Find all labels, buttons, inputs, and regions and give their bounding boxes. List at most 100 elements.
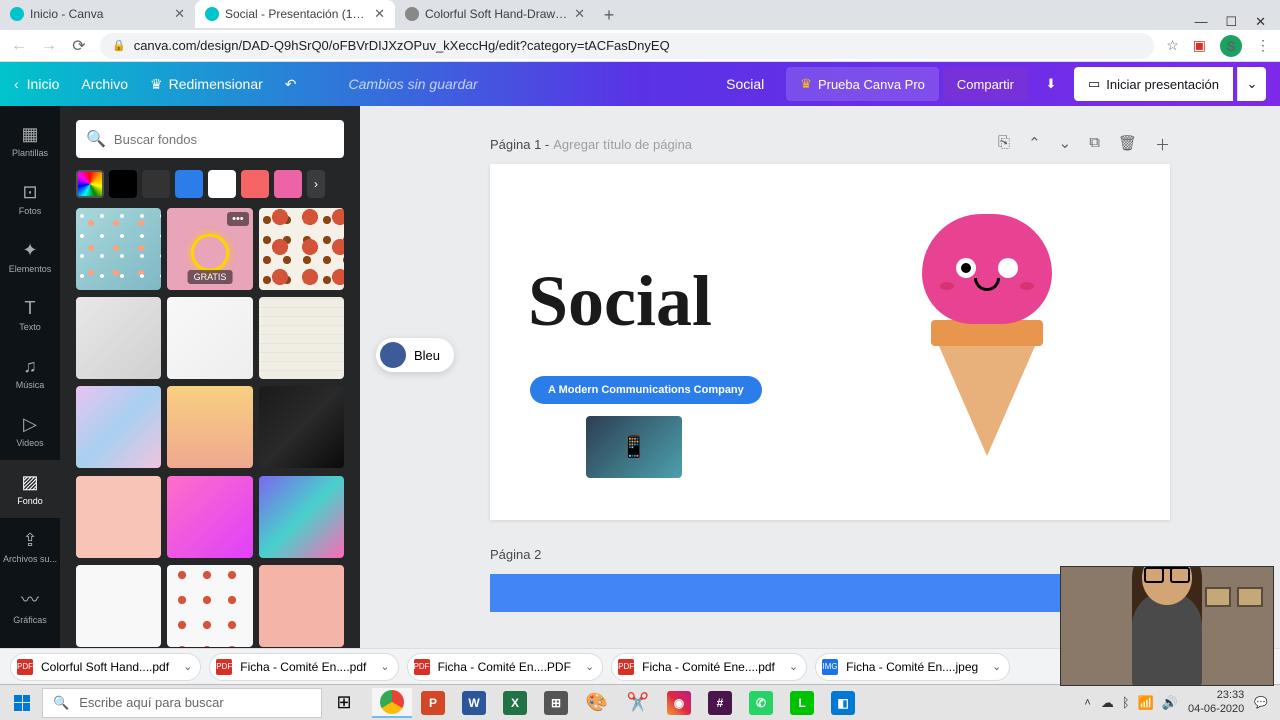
document-title[interactable]: Social (726, 76, 764, 92)
search-field[interactable] (114, 132, 334, 147)
bg-thumb[interactable] (76, 208, 161, 290)
sidebar-item-videos[interactable]: ▷Videos (0, 402, 60, 460)
close-window-icon[interactable]: ✕ (1255, 14, 1266, 30)
back-button[interactable]: ← (10, 37, 28, 55)
maximize-icon[interactable]: ☐ (1225, 14, 1237, 30)
browser-tab-0[interactable]: Inicio - Canva ✕ (0, 0, 195, 28)
swatch-red[interactable] (241, 170, 269, 198)
chevron-down-icon[interactable]: ⌄ (585, 660, 594, 673)
download-item[interactable]: IMGFicha - Comité En....jpeg⌄ (815, 653, 1010, 681)
sidebar-item-archivos[interactable]: ⇪Archivos su... (0, 518, 60, 576)
swatch-white[interactable] (208, 170, 236, 198)
word-icon[interactable]: W (454, 688, 494, 718)
bg-thumb[interactable] (167, 476, 252, 558)
download-item[interactable]: PDFFicha - Comité En....pdf⌄ (209, 653, 398, 681)
slack-icon[interactable]: # (700, 688, 740, 718)
bg-thumb[interactable] (76, 297, 161, 379)
download-button[interactable]: ⬇ (1032, 67, 1070, 101)
new-tab-button[interactable]: + (595, 0, 623, 30)
close-icon[interactable]: ✕ (174, 6, 185, 22)
move-down-icon[interactable]: ⌄ (1059, 134, 1072, 155)
reload-button[interactable]: ⟳ (70, 36, 88, 56)
bg-thumb[interactable] (259, 297, 344, 379)
tray-expand-icon[interactable]: ˄ (1084, 697, 1090, 709)
whatsapp-icon[interactable]: ✆ (741, 688, 781, 718)
undo-icon[interactable]: ↶ (285, 76, 297, 93)
sidebar-item-texto[interactable]: TTexto (0, 286, 60, 344)
present-button[interactable]: ▭ Iniciar presentación (1074, 67, 1233, 101)
app-icon[interactable]: ◧ (823, 688, 863, 718)
download-item[interactable]: PDFFicha - Comité En....PDF⌄ (407, 653, 604, 681)
bg-thumb[interactable] (76, 476, 161, 558)
menu-icon[interactable]: ⋮ (1256, 37, 1270, 54)
color-picker-swatch[interactable] (76, 170, 104, 198)
page-title-hint[interactable]: Agregar título de página (553, 137, 692, 152)
sidebar-item-musica[interactable]: ♫Música (0, 344, 60, 402)
file-menu[interactable]: Archivo (81, 76, 128, 92)
bg-thumb[interactable] (76, 565, 161, 647)
url-field[interactable]: 🔒 canva.com/design/DAD-Q9hSrQ0/oFBVrDIJX… (100, 33, 1154, 59)
notifications-icon[interactable]: 💬 (1254, 696, 1268, 709)
wifi-icon[interactable]: 📶 (1138, 695, 1154, 711)
volume-icon[interactable]: 🔊 (1162, 695, 1178, 711)
browser-tab-2[interactable]: Colorful Soft Hand-Drawn and Pl ✕ (395, 0, 595, 28)
browser-tab-1[interactable]: Social - Presentación (16:9) ✕ (195, 0, 395, 28)
close-icon[interactable]: ✕ (374, 6, 385, 22)
chrome-icon[interactable] (372, 688, 412, 718)
taskbar-clock[interactable]: 23:33 04-06-2020 (1188, 689, 1244, 715)
star-icon[interactable]: ☆ (1166, 37, 1179, 54)
slide-title[interactable]: Social (528, 260, 712, 343)
swatch-black[interactable] (109, 170, 137, 198)
sidebar-item-fondo[interactable]: ▨Fondo (0, 460, 60, 518)
forward-button[interactable]: → (40, 37, 58, 55)
taskbar-search[interactable]: 🔍 Escribe aquí para buscar (42, 688, 322, 718)
swatch-pink[interactable] (274, 170, 302, 198)
move-up-icon[interactable]: ⌃ (1028, 134, 1041, 155)
home-link[interactable]: ‹ Inicio (14, 76, 59, 92)
try-pro-button[interactable]: ♛ Prueba Canva Pro (786, 67, 939, 101)
ice-cream-illustration[interactable] (912, 214, 1062, 456)
delete-icon[interactable]: 🗑 (1118, 134, 1137, 155)
chevron-down-icon[interactable]: ⌄ (380, 660, 389, 673)
bg-thumb[interactable] (167, 386, 252, 468)
chevron-down-icon[interactable]: ⌄ (992, 660, 1001, 673)
powerpoint-icon[interactable]: P (413, 688, 453, 718)
download-item[interactable]: PDFColorful Soft Hand....pdf⌄ (10, 653, 201, 681)
minimize-icon[interactable]: — (1194, 14, 1207, 29)
swatches-next[interactable]: › (307, 170, 325, 198)
swatch-darkgray[interactable] (142, 170, 170, 198)
share-button[interactable]: Compartir (943, 67, 1028, 101)
add-page-icon[interactable]: ＋ (1155, 134, 1170, 155)
more-icon[interactable]: ••• (227, 212, 249, 226)
slide-subtitle[interactable]: A Modern Communications Company (530, 376, 762, 404)
download-item[interactable]: PDFFicha - Comité Ene....pdf⌄ (611, 653, 807, 681)
search-input[interactable]: 🔍 (76, 120, 344, 158)
chevron-down-icon[interactable]: ⌄ (183, 660, 192, 673)
slide-image[interactable]: 📱 (586, 416, 682, 478)
bg-thumb[interactable] (259, 476, 344, 558)
collaborator-chip[interactable]: Bleu (376, 338, 454, 372)
excel-icon[interactable]: X (495, 688, 535, 718)
chevron-down-icon[interactable]: ⌄ (789, 660, 798, 673)
profile-avatar[interactable]: S (1220, 35, 1242, 57)
duplicate-icon[interactable]: ⧉ (1089, 134, 1100, 155)
calculator-icon[interactable]: ⊞ (536, 688, 576, 718)
resize-button[interactable]: ♛ Redimensionar (150, 76, 263, 93)
slide-1[interactable]: Social A Modern Communications Company 📱 (490, 164, 1170, 520)
close-icon[interactable]: ✕ (574, 6, 585, 22)
start-button[interactable] (4, 688, 40, 718)
bg-thumb[interactable]: •••GRATIS (167, 208, 252, 290)
sidebar-item-fotos[interactable]: ⊡Fotos (0, 170, 60, 228)
bg-thumb[interactable] (167, 297, 252, 379)
bluetooth-icon[interactable]: ᛒ (1122, 695, 1130, 711)
line-icon[interactable]: L (782, 688, 822, 718)
onedrive-icon[interactable]: ☁ (1101, 695, 1114, 711)
bg-thumb[interactable] (259, 386, 344, 468)
swatch-blue[interactable] (175, 170, 203, 198)
sidebar-item-plantillas[interactable]: ▦Plantillas (0, 112, 60, 170)
bg-thumb[interactable] (76, 386, 161, 468)
snip-icon[interactable]: ✂️ (618, 688, 658, 718)
bg-thumb[interactable] (259, 565, 344, 647)
bg-thumb[interactable] (167, 565, 252, 647)
extension-icon[interactable]: ▣ (1193, 37, 1206, 54)
